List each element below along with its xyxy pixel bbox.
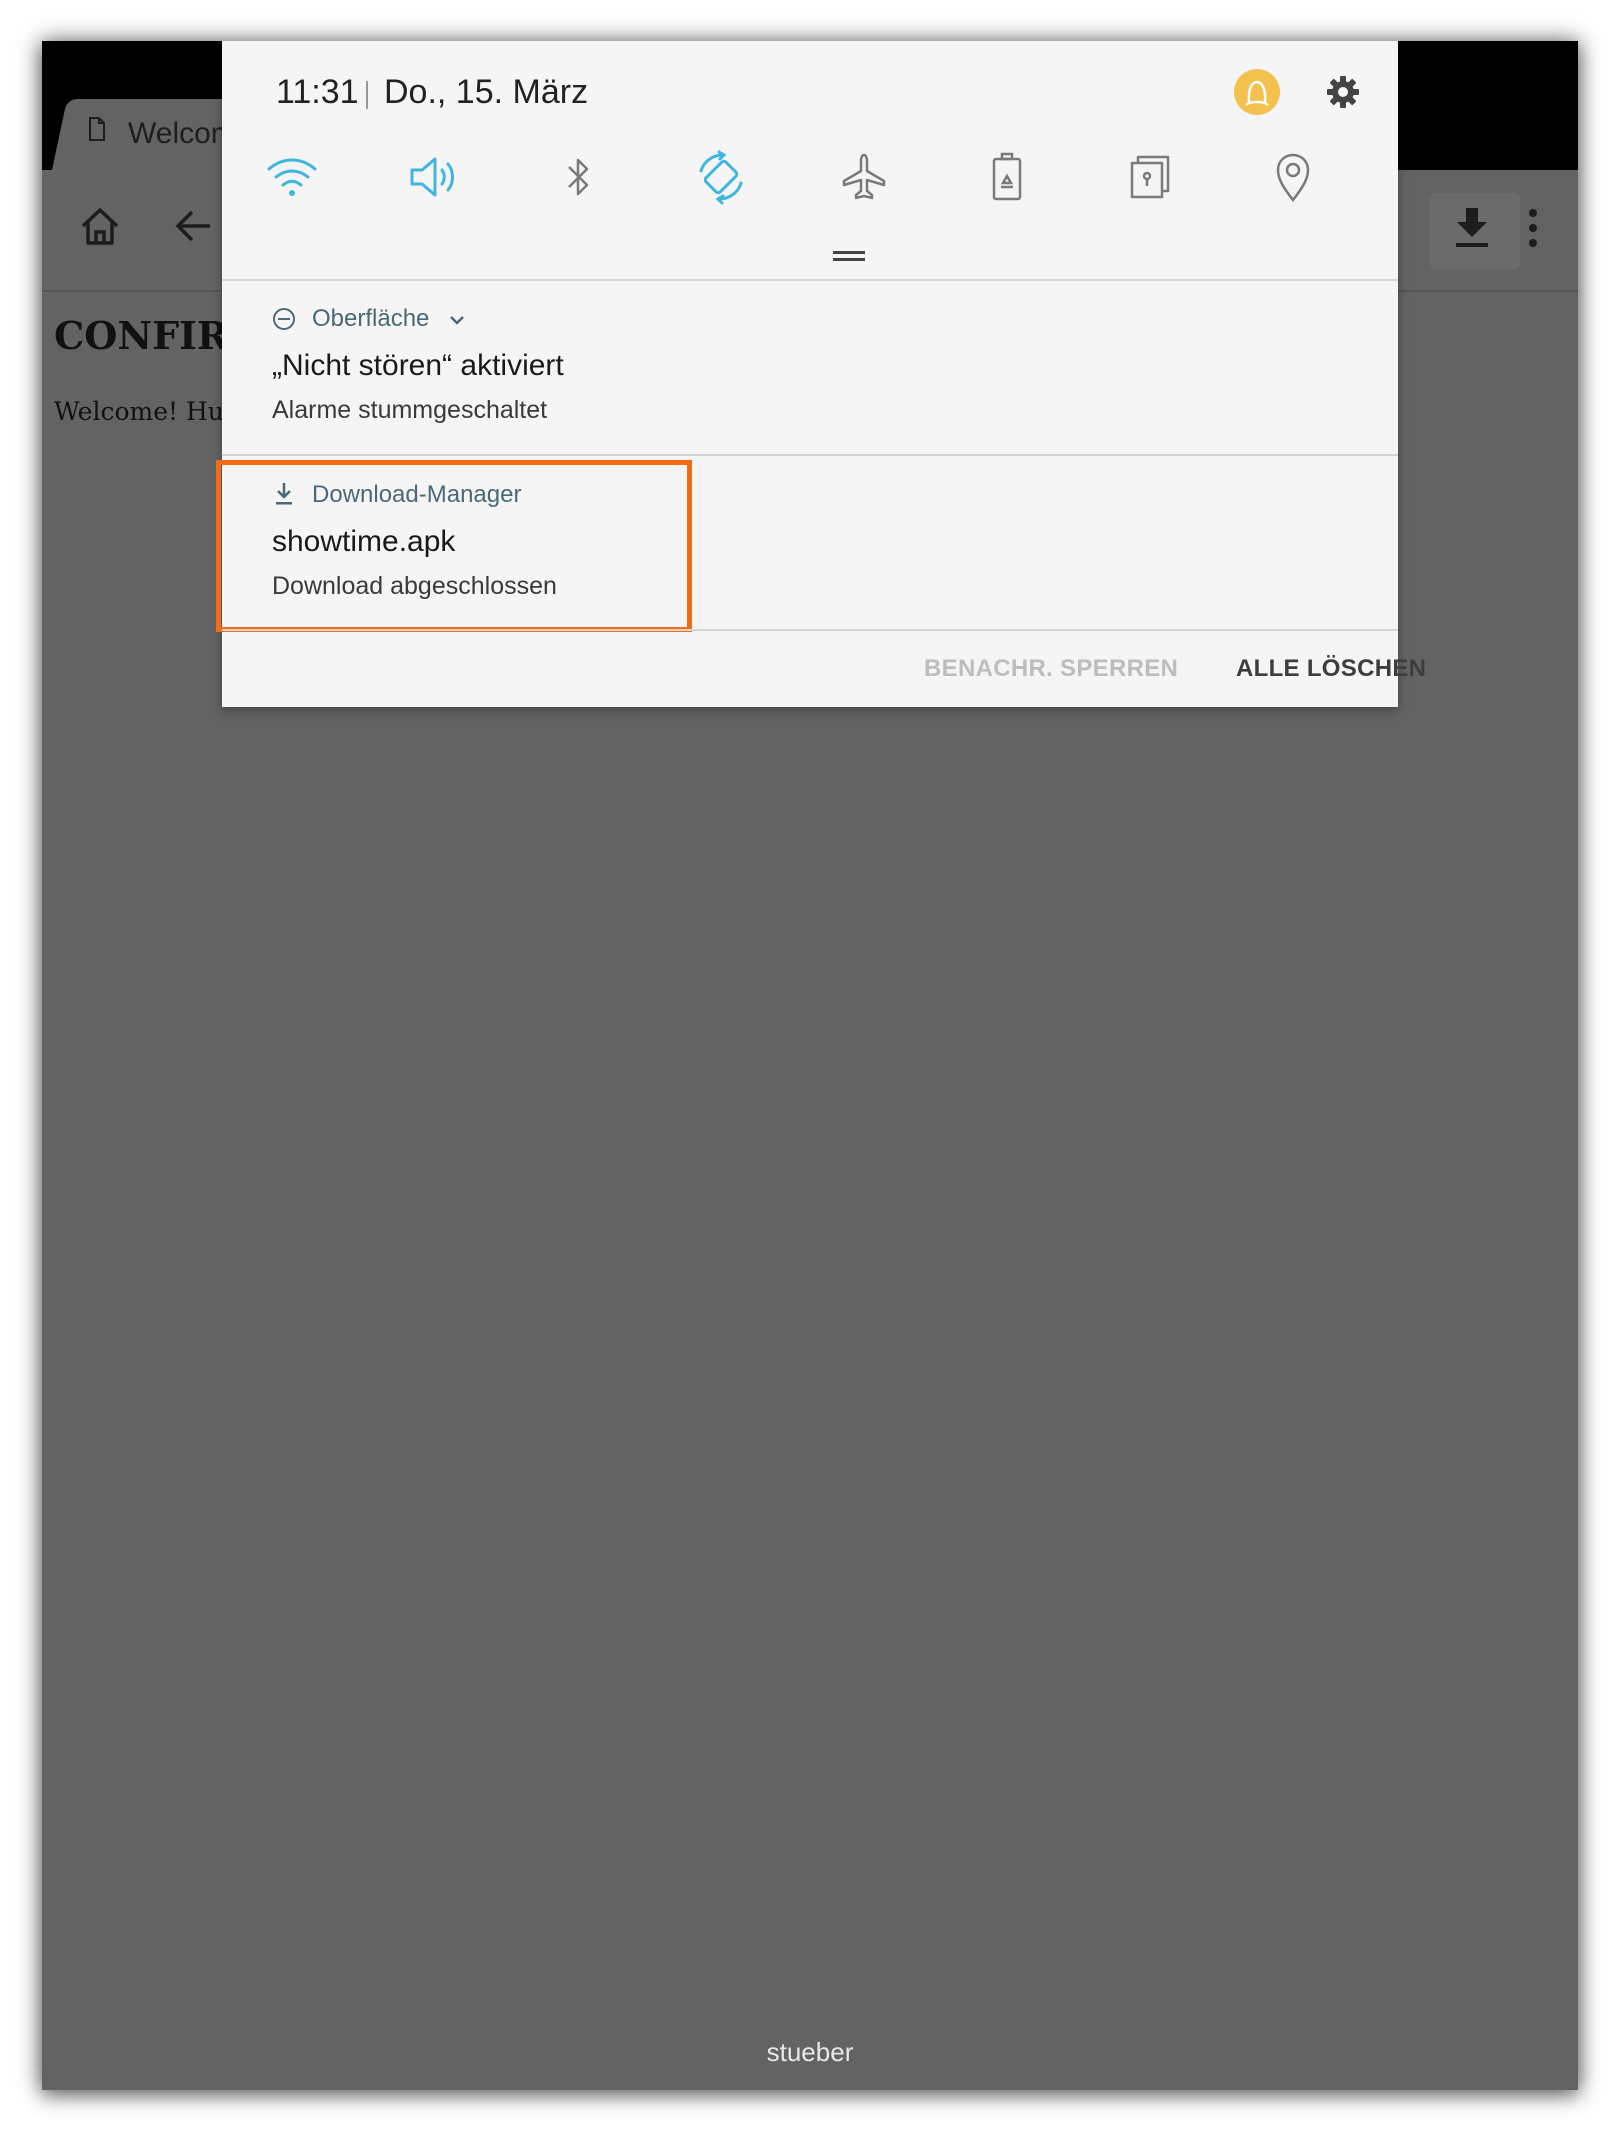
panel-drag-handle[interactable] <box>833 251 865 263</box>
location-icon[interactable] <box>1265 149 1321 205</box>
secure-folder-icon[interactable] <box>1122 149 1178 205</box>
gear-icon[interactable] <box>1326 75 1360 109</box>
status-time: 11:31 <box>276 73 359 111</box>
highlight-box <box>216 460 692 632</box>
auto-rotate-icon[interactable] <box>693 149 749 205</box>
power-saving-icon[interactable] <box>979 149 1035 205</box>
download-icon[interactable] <box>1452 206 1492 250</box>
sound-icon[interactable] <box>407 149 463 205</box>
notification-app-name: Oberfläche <box>312 305 430 332</box>
user-avatar[interactable] <box>1234 69 1280 115</box>
document-icon <box>89 117 105 141</box>
wifi-icon[interactable] <box>264 149 320 205</box>
divider <box>222 279 1398 281</box>
device-screen: Welcom CONFIRE Welcome! Hul stueber 11:3… <box>42 41 1578 2090</box>
airplane-mode-icon[interactable] <box>836 149 892 205</box>
divider <box>222 454 1398 456</box>
block-notifications-button[interactable]: BENACHR. SPERREN <box>924 655 1178 683</box>
user-avatar-icon <box>1245 80 1269 107</box>
page-text: Welcome! Hul <box>54 397 232 426</box>
footer-username: stueber <box>766 2037 854 2067</box>
status-separator <box>366 81 368 109</box>
divider <box>222 629 1398 631</box>
notification-panel: 11:31 Do., 15. März Oberfläche „Nicht st… <box>216 41 1426 707</box>
status-date: Do., 15. März <box>384 73 589 111</box>
browser-tab-title: Welcom <box>128 117 236 150</box>
more-options-icon[interactable] <box>1527 206 1539 250</box>
notification-subtitle: Alarme stummgeschaltet <box>272 396 548 424</box>
bluetooth-icon[interactable] <box>550 149 606 205</box>
notification-app-header[interactable]: Oberfläche <box>272 305 572 337</box>
clear-all-button[interactable]: ALLE LÖSCHEN <box>1236 655 1426 683</box>
do-not-disturb-icon <box>273 308 295 330</box>
home-icon[interactable] <box>79 206 121 246</box>
notification-title[interactable]: „Nicht stören“ aktiviert <box>272 349 564 383</box>
chevron-down-icon[interactable] <box>448 313 466 327</box>
back-arrow-icon[interactable] <box>174 208 212 244</box>
